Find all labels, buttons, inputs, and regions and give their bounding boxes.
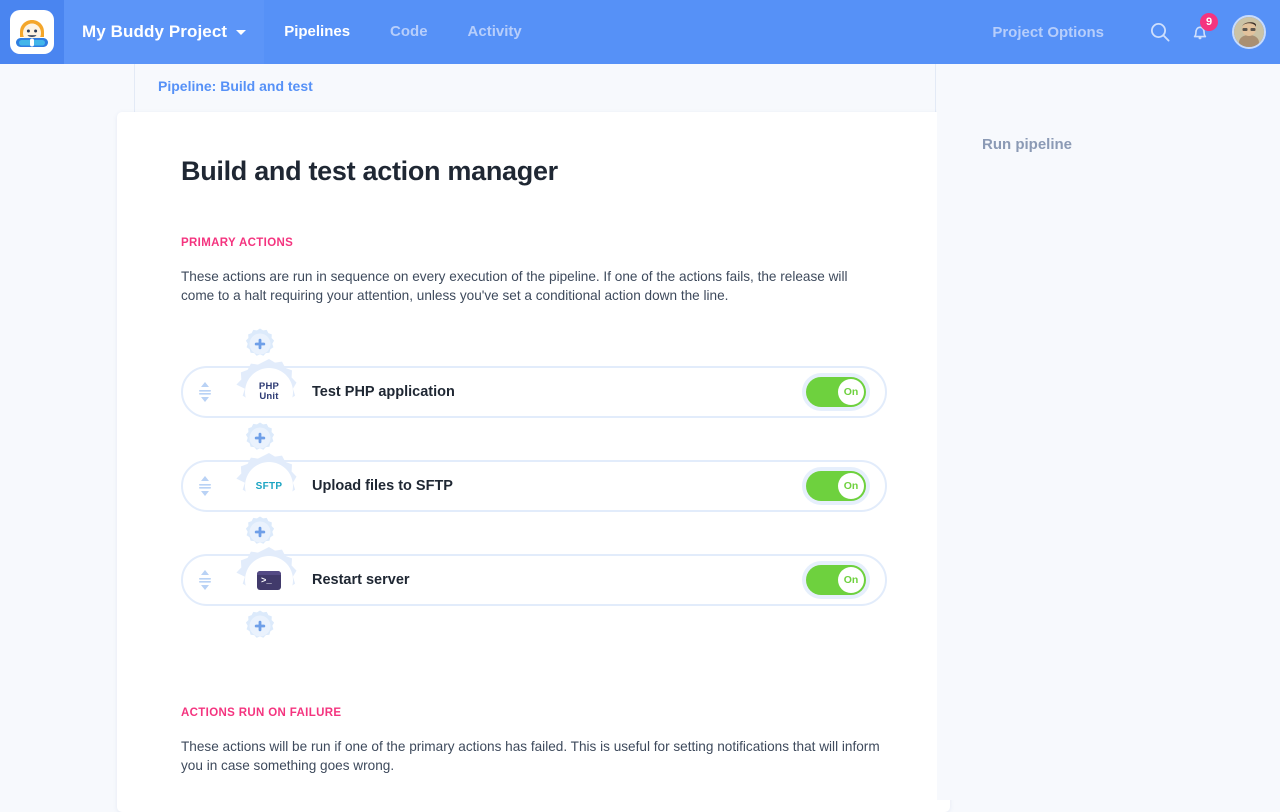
drag-handle[interactable]: [195, 473, 215, 499]
primary-actions-description: These actions are run in sequence on eve…: [181, 269, 848, 303]
action-row[interactable]: SFTP Upload files to SFTP On: [181, 453, 887, 512]
nav-link-activity[interactable]: Activity: [448, 0, 542, 64]
page-body: Pipeline: Build and test Build and test …: [0, 64, 1280, 812]
primary-actions-label: PRIMARY ACTIONS: [181, 237, 294, 249]
nav-link-pipelines[interactable]: Pipelines: [264, 0, 370, 64]
failure-actions-label: ACTIONS RUN ON FAILURE: [181, 707, 342, 719]
breadcrumb[interactable]: Pipeline: Build and test: [158, 78, 313, 94]
notifications-button[interactable]: 9: [1180, 12, 1220, 52]
drag-handle-icon: [199, 570, 211, 590]
drag-handle-icon: [199, 476, 211, 496]
project-switcher[interactable]: My Buddy Project: [64, 0, 265, 64]
notifications-badge: 9: [1200, 13, 1218, 31]
run-pipeline-link[interactable]: Run pipeline: [982, 136, 1072, 153]
failure-actions-description: These actions will be run if one of the …: [181, 739, 880, 773]
nav-link-code[interactable]: Code: [370, 0, 448, 64]
action-icon-terminal[interactable]: >_: [234, 545, 304, 615]
project-options-link[interactable]: Project Options: [992, 24, 1104, 41]
action-name[interactable]: Upload files to SFTP: [312, 460, 453, 512]
nav-right-cluster: Project Options 9: [992, 0, 1280, 64]
toggle-knob-label: On: [838, 379, 864, 405]
avatar-image: [1234, 17, 1264, 47]
buddy-logo-icon: [10, 10, 54, 54]
action-name[interactable]: Restart server: [312, 554, 410, 606]
drag-handle[interactable]: [195, 567, 215, 593]
phpunit-glyph: PHP Unit: [258, 380, 280, 402]
drag-handle-icon: [199, 382, 211, 402]
toggle-knob-label: On: [838, 567, 864, 593]
project-name: My Buddy Project: [82, 22, 228, 41]
primary-nav-links: Pipelines Code Activity: [264, 0, 542, 64]
toggle-knob-label: On: [838, 473, 864, 499]
action-icon-inner: >_: [245, 556, 293, 604]
failure-actions-section: ACTIONS RUN ON FAILURE These actions wil…: [181, 707, 886, 775]
action-name[interactable]: Test PHP application: [312, 366, 455, 418]
avatar[interactable]: [1232, 15, 1266, 49]
action-manager-card: Build and test action manager PRIMARY AC…: [117, 112, 950, 812]
left-gutter: [0, 64, 135, 800]
primary-actions-list: PHP Unit Test PHP application On SFTP Up…: [181, 327, 887, 645]
action-row[interactable]: >_ Restart server On: [181, 547, 887, 606]
action-icon-phpunit[interactable]: PHP Unit: [234, 357, 304, 427]
action-icon-sftp[interactable]: SFTP: [234, 451, 304, 521]
center-column: Pipeline: Build and test Build and test …: [117, 64, 950, 812]
page-title: Build and test action manager: [181, 156, 558, 186]
action-toggle[interactable]: On: [806, 471, 866, 501]
search-button[interactable]: [1140, 12, 1180, 52]
action-row[interactable]: PHP Unit Test PHP application On: [181, 359, 887, 418]
action-icon-inner: PHP Unit: [245, 368, 293, 416]
logo-home-link[interactable]: [0, 0, 64, 64]
terminal-glyph: >_: [257, 570, 281, 590]
sftp-glyph: SFTP: [255, 480, 283, 492]
action-toggle[interactable]: On: [806, 565, 866, 595]
search-icon: [1151, 23, 1170, 42]
drag-handle[interactable]: [195, 379, 215, 405]
right-column: Run pipeline: [937, 64, 1280, 800]
action-toggle[interactable]: On: [806, 377, 866, 407]
top-navigation-bar: My Buddy Project Pipelines Code Activity…: [0, 0, 1280, 64]
action-icon-inner: SFTP: [245, 462, 293, 510]
chevron-down-icon: [236, 29, 247, 35]
